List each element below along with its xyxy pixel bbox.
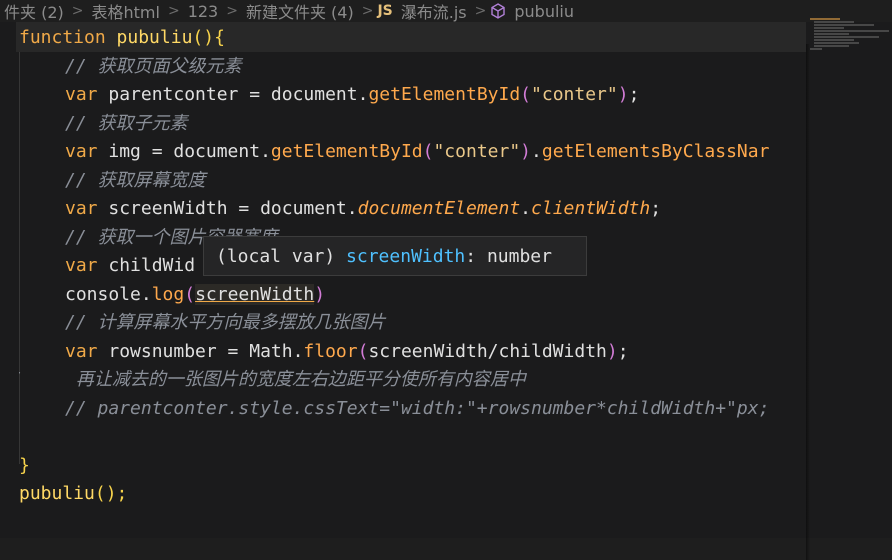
keyword: var bbox=[65, 198, 98, 219]
code-line-15[interactable] bbox=[19, 423, 806, 452]
code-text: rowsnumber = Math. bbox=[97, 340, 304, 362]
punctuation: ( bbox=[357, 340, 369, 362]
minimap-line bbox=[814, 36, 879, 38]
code-line-16[interactable]: } bbox=[19, 452, 806, 481]
method-name: getElementById bbox=[270, 141, 423, 162]
chevron-right-icon: > bbox=[167, 3, 180, 19]
breadcrumb: 件夹 (2) > 表格html > 123 > 新建文件夹 (4) > JS 瀑… bbox=[0, 0, 892, 22]
string: "conter" bbox=[531, 84, 618, 105]
property: documentElement bbox=[357, 198, 521, 219]
punctuation: . bbox=[520, 198, 532, 219]
chevron-right-icon: > bbox=[226, 3, 238, 19]
keyword: var bbox=[65, 340, 98, 362]
punctuation: ( bbox=[422, 141, 434, 162]
punctuation: ) bbox=[314, 283, 326, 305]
method-name: getElementsByClassNar bbox=[541, 141, 770, 162]
comment: // 获取子元素 bbox=[65, 112, 188, 134]
code-line-7[interactable]: var screenWidth = document.documentEleme… bbox=[19, 195, 806, 224]
punctuation: ) bbox=[617, 84, 629, 105]
keyword: function bbox=[19, 27, 106, 48]
code-line-5[interactable]: var img = document.getElementById("conte… bbox=[19, 138, 806, 167]
minimap-line bbox=[814, 27, 844, 29]
breadcrumb-item-table-html[interactable]: 表格html bbox=[88, 0, 164, 22]
property: clientWidth bbox=[531, 198, 651, 219]
breadcrumb-item-123[interactable]: 123 bbox=[184, 2, 223, 21]
code-editor[interactable]: function pubuliu(){ // 获取页面父级元素 var pare… bbox=[0, 22, 892, 560]
minimap-line bbox=[810, 48, 822, 50]
code-line-1[interactable]: function pubuliu(){ bbox=[19, 24, 806, 53]
punctuation: ) bbox=[520, 141, 532, 162]
punctuation: ; bbox=[617, 340, 629, 362]
code-line-12[interactable]: var rowsnumber = Math.floor(screenWidth/… bbox=[19, 338, 806, 367]
cube-icon bbox=[491, 3, 506, 19]
minimap-line bbox=[814, 42, 859, 44]
comment: // parentconter.style.cssText="width:"+r… bbox=[65, 397, 770, 419]
comment: // 获取屏幕宽度 bbox=[65, 169, 206, 191]
breadcrumb-item-function[interactable]: pubuliu bbox=[510, 2, 578, 21]
code-line-6[interactable]: // 获取屏幕宽度 bbox=[19, 167, 806, 196]
chevron-right-icon: > bbox=[71, 3, 84, 19]
minimap-line bbox=[814, 30, 889, 32]
punctuation: ; bbox=[650, 198, 662, 219]
code-line-10[interactable]: console.log(screenWidth) bbox=[19, 281, 806, 310]
keyword: var bbox=[65, 255, 98, 276]
code-text: screenWidth/childWidth bbox=[368, 340, 607, 362]
keyword: var bbox=[65, 84, 98, 105]
code-line-3[interactable]: var parentconter = document.getElementBy… bbox=[19, 81, 806, 110]
breadcrumb-item-file[interactable]: 瀑布流.js bbox=[397, 0, 471, 22]
tooltip-identifier: screenWidth bbox=[346, 246, 466, 267]
method-name: log bbox=[151, 283, 185, 305]
method-name: getElementById bbox=[368, 84, 521, 105]
comment: // 再让减去的一张图片的宽度左右边距平分使所有内容居中 bbox=[19, 369, 526, 390]
code-text: parentconter = document. bbox=[97, 84, 369, 105]
minimap[interactable] bbox=[810, 18, 890, 60]
minimap-line bbox=[814, 33, 849, 35]
code-text: childWid bbox=[97, 255, 196, 276]
method-name: floor bbox=[303, 340, 358, 362]
string: "conter" bbox=[433, 141, 521, 162]
scroll-shadow bbox=[806, 44, 810, 560]
function-name: pubuliu bbox=[116, 27, 193, 48]
minimap-line bbox=[814, 21, 854, 23]
punctuation: . bbox=[531, 141, 542, 162]
breadcrumb-item-new-folder[interactable]: 新建文件夹 (4) bbox=[242, 0, 358, 22]
punctuation: ) bbox=[606, 340, 618, 362]
code-line-4[interactable]: // 获取子元素 bbox=[19, 110, 806, 139]
chevron-right-icon: > bbox=[361, 3, 374, 19]
comment: // 获取页面父级元素 bbox=[65, 55, 242, 77]
code-line-2[interactable]: // 获取页面父级元素 bbox=[19, 53, 806, 82]
function-call: pubuliu bbox=[19, 483, 95, 504]
code-line-13[interactable]: // 再让减去的一张图片的宽度左右边距平分使所有内容居中 bbox=[19, 366, 806, 395]
hover-tooltip: (local var) screenWidth: number bbox=[203, 236, 587, 276]
closing-brace: } bbox=[19, 454, 30, 476]
js-file-icon: JS bbox=[377, 3, 393, 19]
minimap-line bbox=[814, 39, 854, 41]
code-line-17[interactable]: pubuliu(); bbox=[19, 480, 806, 509]
punctuation: ( bbox=[520, 84, 532, 105]
code-text: img = document. bbox=[97, 141, 271, 162]
code-text: console. bbox=[65, 283, 152, 305]
tooltip-prefix: (local var) bbox=[216, 246, 347, 267]
code-line-14[interactable]: // parentconter.style.cssText="width:"+r… bbox=[19, 395, 806, 424]
comment: // 计算屏幕水平方向最多摆放几张图片 bbox=[65, 312, 386, 333]
punctuation: (){ bbox=[192, 27, 225, 48]
code-text: screenWidth = document. bbox=[97, 198, 358, 219]
tooltip-type: : number bbox=[465, 246, 552, 267]
chevron-right-icon: > bbox=[474, 3, 487, 19]
minimap-line bbox=[810, 18, 840, 20]
punctuation: (); bbox=[94, 483, 128, 504]
punctuation: ( bbox=[184, 283, 196, 305]
minimap-line bbox=[814, 24, 874, 26]
highlighted-identifier[interactable]: screenWidth bbox=[195, 283, 315, 305]
breadcrumb-item-folder[interactable]: 件夹 (2) bbox=[0, 0, 68, 22]
minimap-line bbox=[814, 45, 849, 47]
keyword: var bbox=[65, 141, 98, 162]
punctuation: ; bbox=[628, 84, 640, 105]
code-line-11[interactable]: // 计算屏幕水平方向最多摆放几张图片 bbox=[19, 309, 806, 338]
